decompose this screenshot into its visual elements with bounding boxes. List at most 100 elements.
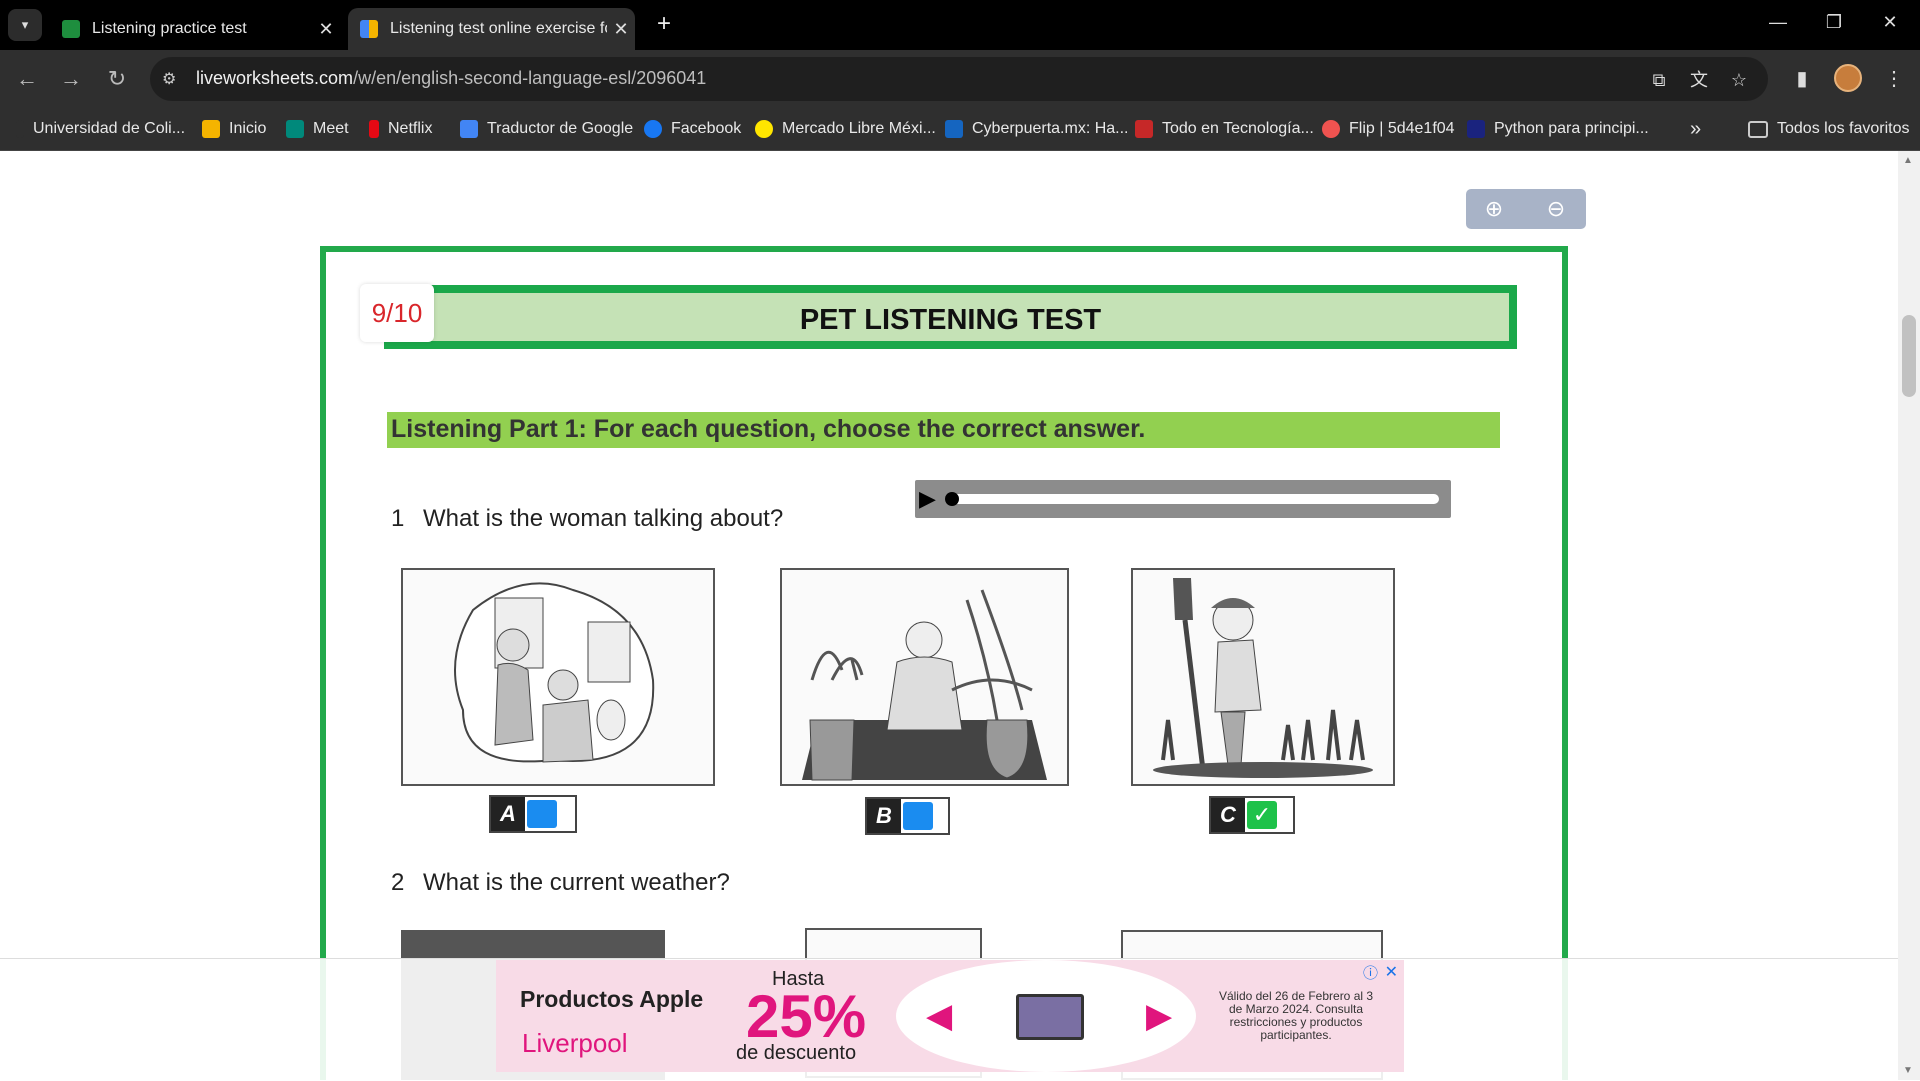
scroll-down-icon[interactable]: ▼ [1903,1065,1913,1076]
cyberpuerta-icon [945,120,963,138]
bookmark-item[interactable]: Meet [286,118,349,140]
option-a-answer-box[interactable] [527,800,557,828]
bookmark-item[interactable]: Python para principi... [1467,118,1649,140]
liverpool-logo: Liverpool [522,1028,628,1058]
ad-info-icon[interactable]: ⓘ [1363,962,1378,983]
profile-avatar[interactable] [1834,64,1862,92]
question-text: What is the current weather? [423,869,730,896]
bookmark-item[interactable]: Mercado Libre Méxi... [755,118,936,140]
ad-legal-text: Válido del 26 de Febrero al 3 de Marzo 2… [1218,989,1374,1042]
tab-search-button[interactable]: ▾ [8,9,42,41]
reload-button[interactable]: ↻ [102,64,132,94]
new-tab-button[interactable]: + [650,10,678,38]
option-b-answer-box[interactable] [903,802,933,830]
ad-next-arrow-icon[interactable]: ▶ [1146,996,1172,1036]
correct-check-icon[interactable]: ✓ [1247,801,1277,829]
question-text: What is the woman talking about? [423,505,784,532]
forward-button[interactable]: → [56,64,86,94]
option-a-label: A [489,795,577,833]
folder-icon [1748,120,1768,138]
minimize-button[interactable]: — [1758,12,1798,33]
option-c-picture [1131,568,1395,786]
liveworksheets-favicon-icon [360,20,378,38]
translate-icon[interactable]: 文 [1686,67,1712,93]
site-info-icon[interactable]: ⚙ [162,69,176,89]
browser-toolbar: ← → ↻ ⚙ liveworksheets.com/w/en/english-… [0,50,1920,108]
classroom-favicon-icon [62,20,80,38]
tech-icon [1135,120,1153,138]
question-number: 1 [391,505,405,532]
part-instruction: Listening Part 1: For each question, cho… [391,415,1146,443]
zoom-out-icon[interactable]: ⊖ [1542,195,1570,223]
question-1: 1 What is the woman talking about? [391,505,783,533]
option-letter: C [1211,798,1245,832]
bookmark-star-icon[interactable]: ☆ [1726,67,1752,93]
bookmark-item[interactable]: Cyberpuerta.mx: Ha... [945,118,1129,140]
all-bookmarks-button[interactable]: Todos los favoritos [1748,118,1910,140]
option-letter: B [867,799,901,833]
bookmark-item[interactable]: Universidad de Coli... [16,118,185,140]
gardener-with-spade-illustration [1153,578,1373,778]
audio-progress-track[interactable] [945,494,1439,504]
netflix-icon [369,120,379,138]
python-icon [1467,120,1485,138]
bookmark-item[interactable]: Traductor de Google [460,118,633,140]
bookmark-item[interactable]: Flip | 5d4e1f04 [1322,118,1455,140]
option-letter: A [491,797,525,831]
install-app-icon[interactable]: ⧉ [1646,67,1672,93]
zoom-in-icon[interactable]: ⊕ [1480,195,1508,223]
mercadolibre-icon [755,120,773,138]
option-a-picture [401,568,715,786]
ad-percent: 25% [746,983,867,1050]
ad-close-icon[interactable]: ✕ [1385,962,1398,982]
tab-listening-test-online[interactable]: Listening test online exercise fo ✕ [348,8,635,50]
url-text: liveworksheets.com/w/en/english-second-l… [196,68,707,88]
close-tab-icon[interactable]: ✕ [607,19,635,40]
woman-arranging-flowers-illustration [802,589,1047,781]
page-scrollbar[interactable]: ▲ ▼ [1898,151,1920,1080]
bookmark-item[interactable]: Facebook [644,118,741,140]
option-c-label: C ✓ [1209,796,1295,834]
side-panel-icon[interactable]: ▮ [1787,64,1817,94]
bookmarks-bar: Universidad de Coli... Inicio Meet Netfl… [0,108,1920,151]
worksheet-title: PET LISTENING TEST [799,304,1102,336]
laptop-image [1016,994,1084,1040]
back-button[interactable]: ← [12,64,42,94]
address-bar[interactable]: ⚙ liveworksheets.com/w/en/english-second… [150,57,1768,101]
facebook-icon [644,120,662,138]
scrollbar-thumb[interactable] [1902,315,1916,397]
close-window-button[interactable]: ✕ [1870,12,1910,33]
bookmark-item[interactable]: Todo en Tecnología... [1135,118,1314,140]
meet-icon [286,120,304,138]
ad-banner[interactable]: Productos Apple Liverpool Hasta 25% de d… [496,960,1404,1072]
zoom-controls: ⊕ ⊖ [1466,189,1586,229]
option-b-picture [780,568,1069,786]
tab-title: Listening test online exercise fo [390,20,607,37]
bookmark-item[interactable]: Inicio [202,118,266,140]
blank-icon [16,120,24,138]
audio-progress-knob[interactable] [945,492,959,506]
question-number: 2 [391,869,405,896]
tab-listening-practice[interactable]: Listening practice test ✕ [50,8,340,50]
menu-kebab-icon[interactable]: ⋮ [1879,64,1909,94]
translate-icon [460,120,478,138]
worksheet-title-box: PET LISTENING TEST [384,285,1517,349]
option-b-label: B [865,797,950,835]
bookmarks-overflow-button[interactable]: » [1690,118,1701,140]
part-instruction-box: Listening Part 1: For each question, cho… [387,412,1500,448]
ad-prev-arrow-icon[interactable]: ◀ [926,996,952,1036]
people-painting-illustration [454,582,655,763]
audio-player: ▶ [915,480,1451,518]
bookmark-item[interactable]: Netflix [369,118,432,140]
play-icon[interactable]: ▶ [919,486,936,512]
tab-strip: ▾ Listening practice test ✕ Listening te… [0,0,1920,50]
score-badge: 9/10 [360,284,434,342]
question-2: 2 What is the current weather? [391,869,730,897]
ad-descuento: de descuento [736,1042,857,1064]
restore-button[interactable]: ❐ [1814,12,1854,33]
ad-brand: Productos Apple [520,986,704,1012]
flip-icon [1322,120,1340,138]
close-tab-icon[interactable]: ✕ [312,19,340,40]
scroll-up-icon[interactable]: ▲ [1903,155,1913,166]
tab-title: Listening practice test [92,20,247,37]
